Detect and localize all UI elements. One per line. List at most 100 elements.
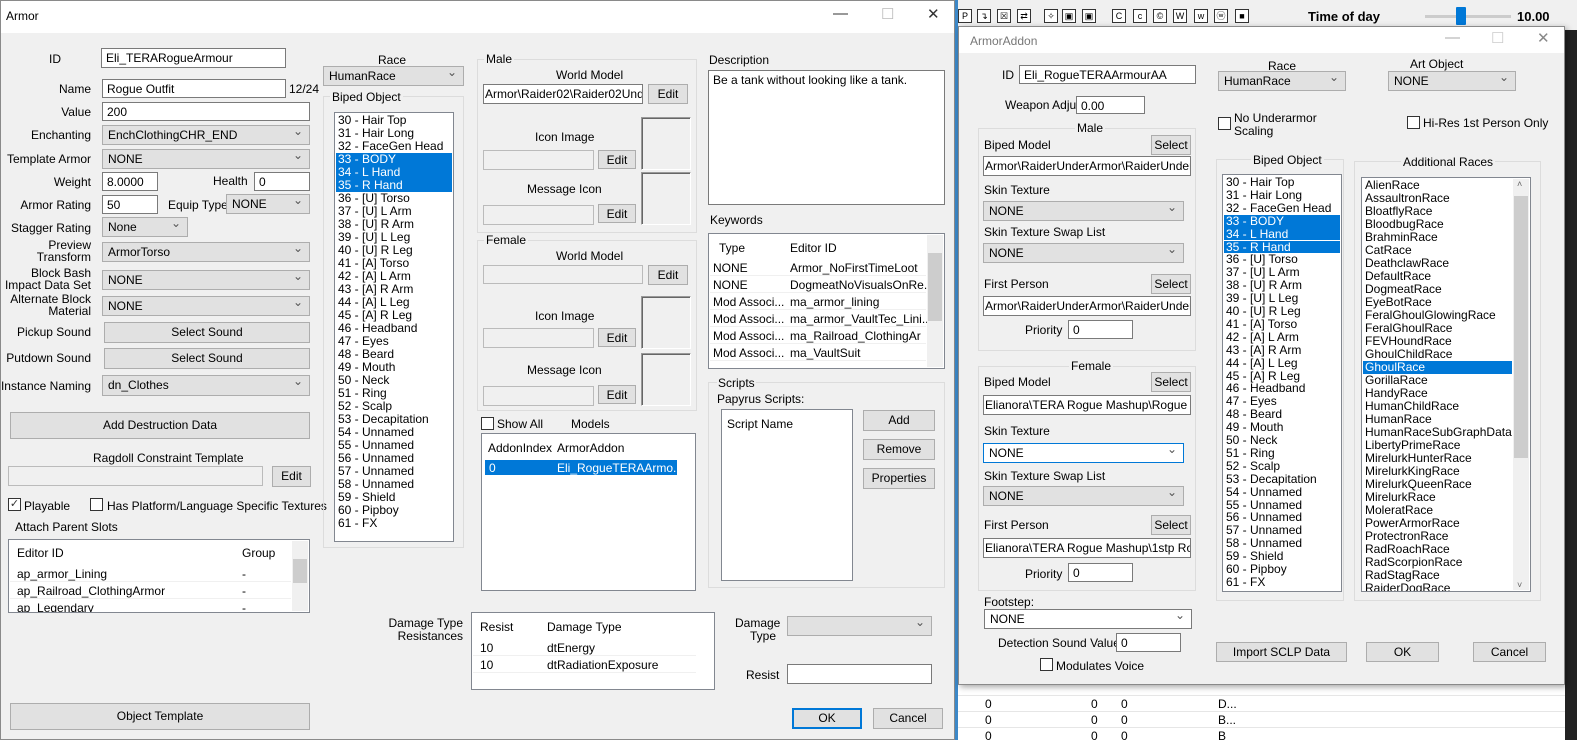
list-item[interactable]: 54 - Unnamed xyxy=(1224,485,1340,499)
damage-type-select[interactable] xyxy=(787,616,932,636)
column-header-armor-addon[interactable]: ArmorAddon xyxy=(557,441,624,455)
toolbar-icon[interactable]: ☒ xyxy=(997,9,1011,23)
cancel-button[interactable]: Cancel xyxy=(1473,642,1546,662)
no-underarmor-scaling-checkbox[interactable] xyxy=(1218,117,1231,130)
weapon-adjust-field[interactable]: 0.00 xyxy=(1076,96,1145,114)
male-first-person-select[interactable]: Select xyxy=(1151,274,1191,294)
list-item[interactable]: 41 - [A] Torso xyxy=(1224,317,1340,331)
list-item[interactable]: 50 - Neck xyxy=(1224,434,1340,447)
female-icon-image-field[interactable] xyxy=(483,328,594,348)
list-item[interactable]: 60 - Pipboy xyxy=(1224,563,1340,576)
toolbar-icon[interactable]: © xyxy=(1153,9,1167,23)
toolbar-icon[interactable]: W xyxy=(1173,9,1187,23)
toolbar-icon[interactable]: P xyxy=(958,9,972,23)
models-table[interactable]: AddonIndex ArmorAddon 0 Eli_RogueTERAArm… xyxy=(481,433,696,591)
list-item[interactable]: 30 - Hair Top xyxy=(1224,176,1340,189)
health-field[interactable]: 0 xyxy=(254,172,310,191)
block-bash-select[interactable]: NONE xyxy=(102,270,310,290)
value-field[interactable]: 200 xyxy=(102,102,310,121)
list-item[interactable]: 31 - Hair Long xyxy=(1224,188,1340,202)
list-item[interactable]: 40 - [U] R Leg xyxy=(1224,305,1340,318)
list-item[interactable]: 52 - Scalp xyxy=(1224,459,1340,473)
list-item[interactable]: 33 - BODY xyxy=(1224,214,1340,228)
female-priority-field[interactable]: 0 xyxy=(1068,563,1133,582)
putdown-sound-button[interactable]: Select Sound xyxy=(104,348,310,369)
scrollbar[interactable]: ˄ ˅ xyxy=(1513,179,1529,590)
male-biped-model-select[interactable]: Select xyxy=(1151,135,1191,155)
female-world-model-edit[interactable]: Edit xyxy=(648,265,688,285)
table-row[interactable]: 0 Eli_RogueTERAArmo... xyxy=(485,460,683,475)
preview-transform-select[interactable]: ArmorTorso xyxy=(102,242,310,262)
maximize-icon[interactable]: ☐ xyxy=(1491,29,1504,47)
add-script-button[interactable]: Add xyxy=(863,410,935,431)
table-row[interactable]: 10 dtRadiationExposure xyxy=(473,656,696,673)
id-field[interactable]: Eli_RogueTERAArmourAA xyxy=(1019,65,1196,84)
resist-field[interactable] xyxy=(787,664,932,684)
male-icon-image-edit[interactable]: Edit xyxy=(598,150,636,169)
column-header-addon-index[interactable]: AddonIndex xyxy=(488,441,552,455)
female-icon-image-edit[interactable]: Edit xyxy=(598,328,636,347)
toolbar-icon[interactable]: w xyxy=(1194,9,1208,23)
close-icon[interactable]: ✕ xyxy=(1537,29,1550,47)
scrollbar[interactable] xyxy=(927,235,943,367)
table-row[interactable]: Mod Associ... ma_Railroad_ClothingAr xyxy=(710,327,926,344)
stagger-rating-select[interactable]: None xyxy=(102,217,188,237)
biped-object-list[interactable]: 30 - Hair Top 31 - Hair Long 32 - FaceGen … xyxy=(1222,174,1342,592)
weight-field[interactable]: 8.0000 xyxy=(102,172,158,191)
biped-object-list[interactable]: 30 - Hair Top 31 - Hair Long 32 - FaceGen … xyxy=(334,112,454,542)
male-world-model-edit[interactable]: Edit xyxy=(648,84,688,104)
modulates-voice-checkbox[interactable] xyxy=(1040,658,1053,671)
list-item[interactable]: 61 - FX xyxy=(336,517,452,530)
list-item[interactable]: 61 - FX xyxy=(1224,575,1340,589)
name-field[interactable]: Rogue Outfit xyxy=(102,79,286,98)
toolbar-icon[interactable]: c xyxy=(1133,9,1147,23)
cancel-button[interactable]: Cancel xyxy=(873,708,943,729)
properties-button[interactable]: Properties xyxy=(863,468,935,489)
keywords-table[interactable]: Type Editor ID NONE Armor_NoFirstTimeLoot… xyxy=(708,233,945,369)
male-skin-swap-select[interactable]: NONE xyxy=(983,243,1184,263)
column-header-script-name[interactable]: Script Name xyxy=(727,417,793,431)
male-priority-field[interactable]: 0 xyxy=(1068,320,1133,339)
list-item[interactable]: 51 - Ring xyxy=(1224,446,1340,460)
female-message-icon-edit[interactable]: Edit xyxy=(598,385,636,404)
male-message-icon-field[interactable] xyxy=(483,205,594,225)
scrollbar[interactable] xyxy=(292,541,308,611)
female-message-icon-field[interactable] xyxy=(483,386,594,406)
table-row[interactable]: ap_armor_Lining - xyxy=(10,565,291,582)
female-first-person-select[interactable]: Select xyxy=(1151,515,1191,535)
race-select[interactable]: HumanRace xyxy=(323,66,464,86)
enchanting-select[interactable]: EnchClothingCHR_END xyxy=(102,125,310,145)
column-header-group[interactable]: Group xyxy=(242,546,275,560)
toolbar-icon[interactable]: ▣ xyxy=(1082,9,1096,23)
object-template-button[interactable]: Object Template xyxy=(10,703,310,730)
show-all-checkbox[interactable] xyxy=(481,417,494,430)
scroll-up-icon[interactable]: ˄ xyxy=(1517,179,1522,189)
damage-resistances-table[interactable]: Resist Damage Type 10 dtEnergy 10 dtRadiati… xyxy=(471,612,715,690)
art-object-select[interactable]: NONE xyxy=(1388,71,1516,91)
equip-type-select[interactable]: NONE xyxy=(226,194,310,214)
male-skin-texture-select[interactable]: NONE xyxy=(983,201,1184,221)
female-biped-model-select[interactable]: Select xyxy=(1151,372,1191,392)
table-row[interactable]: NONE DogmeatNoVisualsOnRe... xyxy=(710,276,934,293)
toolbar-icon[interactable]: ⓦ xyxy=(1214,9,1228,23)
attach-parent-slots-table[interactable]: Editor ID Group ap_armor_Lining - ap_Railr… xyxy=(8,539,310,613)
alternate-block-select[interactable]: NONE xyxy=(102,296,310,316)
column-header-damage-type[interactable]: Damage Type xyxy=(547,620,622,634)
toolbar-icon[interactable]: C xyxy=(1112,9,1126,23)
table-row[interactable]: Mod Associ... ma_armor_lining xyxy=(710,293,926,310)
table-row[interactable]: Mod Associ... ma_VaultSuit xyxy=(710,344,926,361)
table-row[interactable]: NONE Armor_NoFirstTimeLoot xyxy=(710,259,926,276)
detection-sound-field[interactable]: 0 xyxy=(1116,633,1181,652)
male-icon-image-field[interactable] xyxy=(483,150,594,170)
column-header-editor-id[interactable]: Editor ID xyxy=(790,241,837,255)
armor-rating-field[interactable]: 50 xyxy=(102,195,158,214)
minimize-icon[interactable]: — xyxy=(1445,29,1460,46)
ok-button[interactable]: OK xyxy=(1366,642,1439,662)
remove-script-button[interactable]: Remove xyxy=(863,439,935,460)
id-field[interactable]: Eli_TERARogueArmour xyxy=(101,48,286,68)
table-row[interactable]: Mod Associ... ma_armor_VaultTec_Lini... xyxy=(710,310,932,327)
toolbar-icon[interactable]: ■ xyxy=(1235,9,1249,23)
column-header-type[interactable]: Type xyxy=(719,241,745,255)
scrollbar-thumb[interactable] xyxy=(1514,196,1528,458)
description-textarea[interactable]: Be a tank without looking like a tank. xyxy=(708,70,945,205)
